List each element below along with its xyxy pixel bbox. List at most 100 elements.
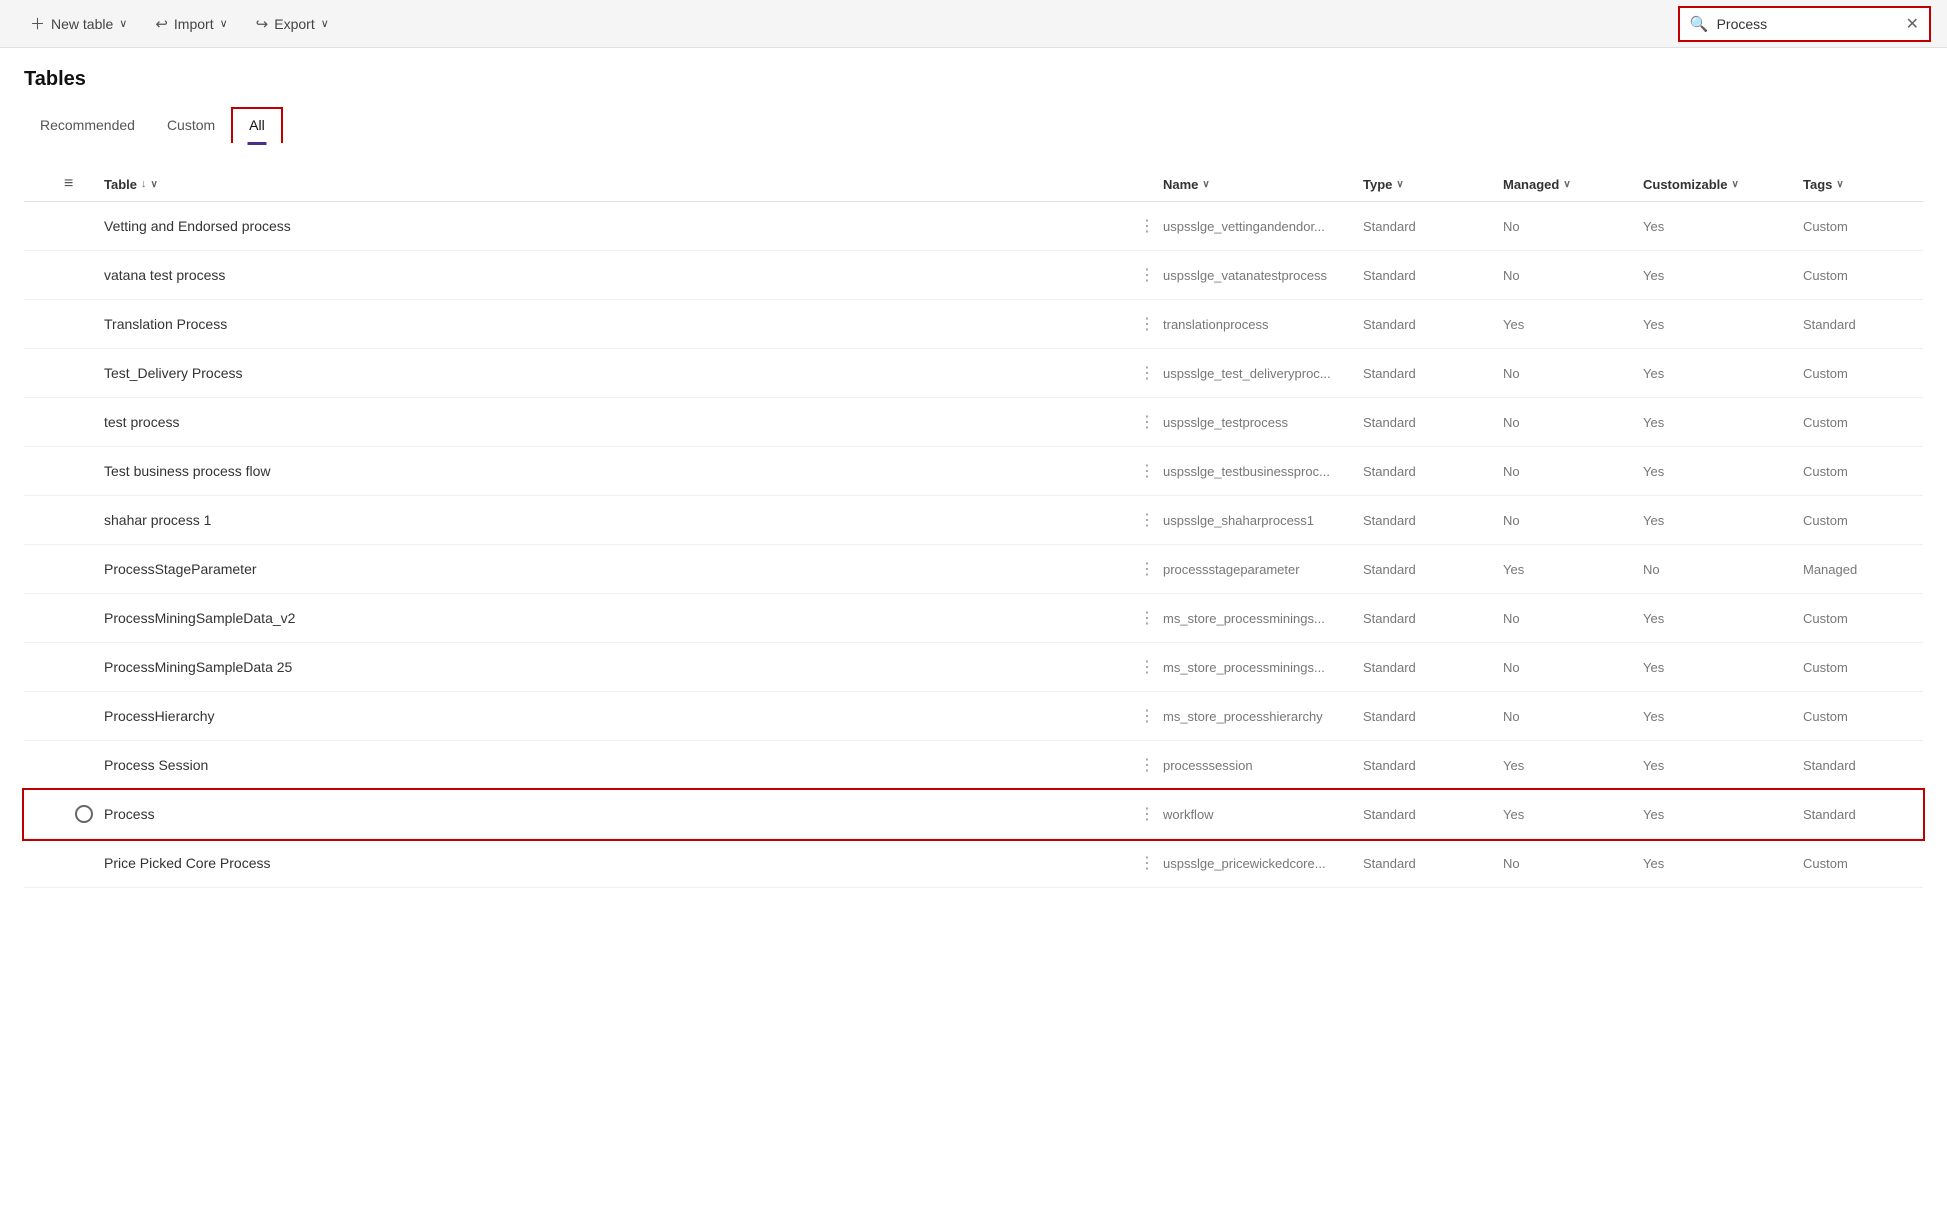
name-chevron-icon: ∨ <box>1202 179 1209 190</box>
row-name: uspsslge_pricewickedcore... <box>1163 856 1363 871</box>
table-container: ≡ Table ↓ ∨ Name ∨ Type ∨ Managed ∨ Cust… <box>24 167 1923 888</box>
row-dots[interactable]: ⋮ <box>1133 606 1163 630</box>
row-managed: Yes <box>1503 562 1643 577</box>
row-customizable: Yes <box>1643 464 1803 479</box>
new-table-chevron-icon: ∨ <box>119 17 127 30</box>
table-row[interactable]: ProcessMiningSampleData 25 ⋮ ms_store_pr… <box>24 643 1923 692</box>
header-customizable[interactable]: Customizable ∨ <box>1643 177 1803 192</box>
row-table-name[interactable]: Price Picked Core Process <box>104 855 1133 871</box>
table-row[interactable]: Translation Process ⋮ translationprocess… <box>24 300 1923 349</box>
header-tags-label: Tags <box>1803 177 1832 192</box>
page-title: Tables <box>24 68 1923 91</box>
row-type: Standard <box>1363 513 1503 528</box>
tabs: Recommended Custom All <box>24 107 1923 143</box>
row-table-name[interactable]: Vetting and Endorsed process <box>104 218 1133 234</box>
radio-circle[interactable] <box>75 805 93 823</box>
row-managed: No <box>1503 513 1643 528</box>
row-dots[interactable]: ⋮ <box>1133 704 1163 728</box>
row-type: Standard <box>1363 464 1503 479</box>
row-table-name[interactable]: Process <box>104 806 1133 822</box>
row-dots[interactable]: ⋮ <box>1133 508 1163 532</box>
row-customizable: Yes <box>1643 709 1803 724</box>
row-table-name[interactable]: Translation Process <box>104 316 1133 332</box>
import-icon: ↩ <box>155 15 168 33</box>
row-type: Standard <box>1363 415 1503 430</box>
row-tags: Custom <box>1803 415 1923 430</box>
row-customizable: Yes <box>1643 660 1803 675</box>
header-customizable-label: Customizable <box>1643 177 1728 192</box>
row-type: Standard <box>1363 268 1503 283</box>
export-button[interactable]: ↪ Export ∨ <box>242 7 343 41</box>
row-dots[interactable]: ⋮ <box>1133 459 1163 483</box>
export-label: Export <box>274 16 314 32</box>
row-dots[interactable]: ⋮ <box>1133 214 1163 238</box>
tab-recommended[interactable]: Recommended <box>24 109 151 143</box>
row-dots[interactable]: ⋮ <box>1133 410 1163 434</box>
row-managed: No <box>1503 611 1643 626</box>
row-tags: Managed <box>1803 562 1923 577</box>
type-chevron-icon: ∨ <box>1396 179 1403 190</box>
row-table-name[interactable]: ProcessHierarchy <box>104 708 1133 724</box>
row-managed: No <box>1503 219 1643 234</box>
row-table-name[interactable]: ProcessMiningSampleData_v2 <box>104 610 1133 626</box>
header-managed-label: Managed <box>1503 177 1559 192</box>
import-button[interactable]: ↩ Import ∨ <box>141 7 241 41</box>
row-table-name[interactable]: ProcessStageParameter <box>104 561 1133 577</box>
row-dots[interactable]: ⋮ <box>1133 557 1163 581</box>
row-table-name[interactable]: shahar process 1 <box>104 512 1133 528</box>
table-row[interactable]: Test business process flow ⋮ uspsslge_te… <box>24 447 1923 496</box>
row-name: workflow <box>1163 807 1363 822</box>
row-dots[interactable]: ⋮ <box>1133 361 1163 385</box>
table-row[interactable]: Test_Delivery Process ⋮ uspsslge_test_de… <box>24 349 1923 398</box>
row-table-name[interactable]: Process Session <box>104 757 1133 773</box>
table-row[interactable]: ProcessMiningSampleData_v2 ⋮ ms_store_pr… <box>24 594 1923 643</box>
header-name[interactable]: Name ∨ <box>1163 177 1363 192</box>
row-customizable: Yes <box>1643 317 1803 332</box>
table-row[interactable]: test process ⋮ uspsslge_testprocess Stan… <box>24 398 1923 447</box>
table-row[interactable]: vatana test process ⋮ uspsslge_vatanates… <box>24 251 1923 300</box>
tab-all[interactable]: All <box>231 107 283 143</box>
tab-custom[interactable]: Custom <box>151 109 231 143</box>
table-row[interactable]: Process ⋮ workflow Standard Yes Yes Stan… <box>24 790 1923 839</box>
header-tags[interactable]: Tags ∨ <box>1803 177 1923 192</box>
row-dots[interactable]: ⋮ <box>1133 312 1163 336</box>
row-dots[interactable]: ⋮ <box>1133 263 1163 287</box>
row-table-name[interactable]: ProcessMiningSampleData 25 <box>104 659 1133 675</box>
row-table-name[interactable]: Test_Delivery Process <box>104 365 1133 381</box>
search-icon: 🔍 <box>1690 15 1709 33</box>
new-table-button[interactable]: ＋ New table ∨ <box>16 5 141 42</box>
row-customizable: Yes <box>1643 366 1803 381</box>
row-type: Standard <box>1363 317 1503 332</box>
row-type: Standard <box>1363 758 1503 773</box>
row-dots[interactable]: ⋮ <box>1133 851 1163 875</box>
header-table[interactable]: Table ↓ ∨ <box>104 177 1133 192</box>
row-type: Standard <box>1363 856 1503 871</box>
row-tags: Standard <box>1803 317 1923 332</box>
header-name-label: Name <box>1163 177 1198 192</box>
list-icon[interactable]: ≡ <box>64 175 73 192</box>
row-tags: Standard <box>1803 807 1923 822</box>
row-table-name[interactable]: vatana test process <box>104 267 1133 283</box>
row-table-name[interactable]: test process <box>104 414 1133 430</box>
row-customizable: Yes <box>1643 856 1803 871</box>
row-dots[interactable]: ⋮ <box>1133 655 1163 679</box>
row-dots[interactable]: ⋮ <box>1133 753 1163 777</box>
row-tags: Custom <box>1803 611 1923 626</box>
row-table-name[interactable]: Test business process flow <box>104 463 1133 479</box>
search-input[interactable] <box>1717 16 1898 32</box>
table-row[interactable]: shahar process 1 ⋮ uspsslge_shaharproces… <box>24 496 1923 545</box>
table-row[interactable]: Process Session ⋮ processsession Standar… <box>24 741 1923 790</box>
table-row[interactable]: ProcessHierarchy ⋮ ms_store_processhiera… <box>24 692 1923 741</box>
row-dots[interactable]: ⋮ <box>1133 802 1163 826</box>
table-row[interactable]: Price Picked Core Process ⋮ uspsslge_pri… <box>24 839 1923 888</box>
row-name: ms_store_processminings... <box>1163 660 1363 675</box>
table-row[interactable]: Vetting and Endorsed process ⋮ uspsslge_… <box>24 202 1923 251</box>
row-name: uspsslge_shaharprocess1 <box>1163 513 1363 528</box>
header-managed[interactable]: Managed ∨ <box>1503 177 1643 192</box>
row-customizable: Yes <box>1643 268 1803 283</box>
row-name: uspsslge_testprocess <box>1163 415 1363 430</box>
table-row[interactable]: ProcessStageParameter ⋮ processstagepara… <box>24 545 1923 594</box>
row-managed: No <box>1503 415 1643 430</box>
close-icon[interactable]: ✕ <box>1906 14 1919 34</box>
header-type[interactable]: Type ∨ <box>1363 177 1503 192</box>
